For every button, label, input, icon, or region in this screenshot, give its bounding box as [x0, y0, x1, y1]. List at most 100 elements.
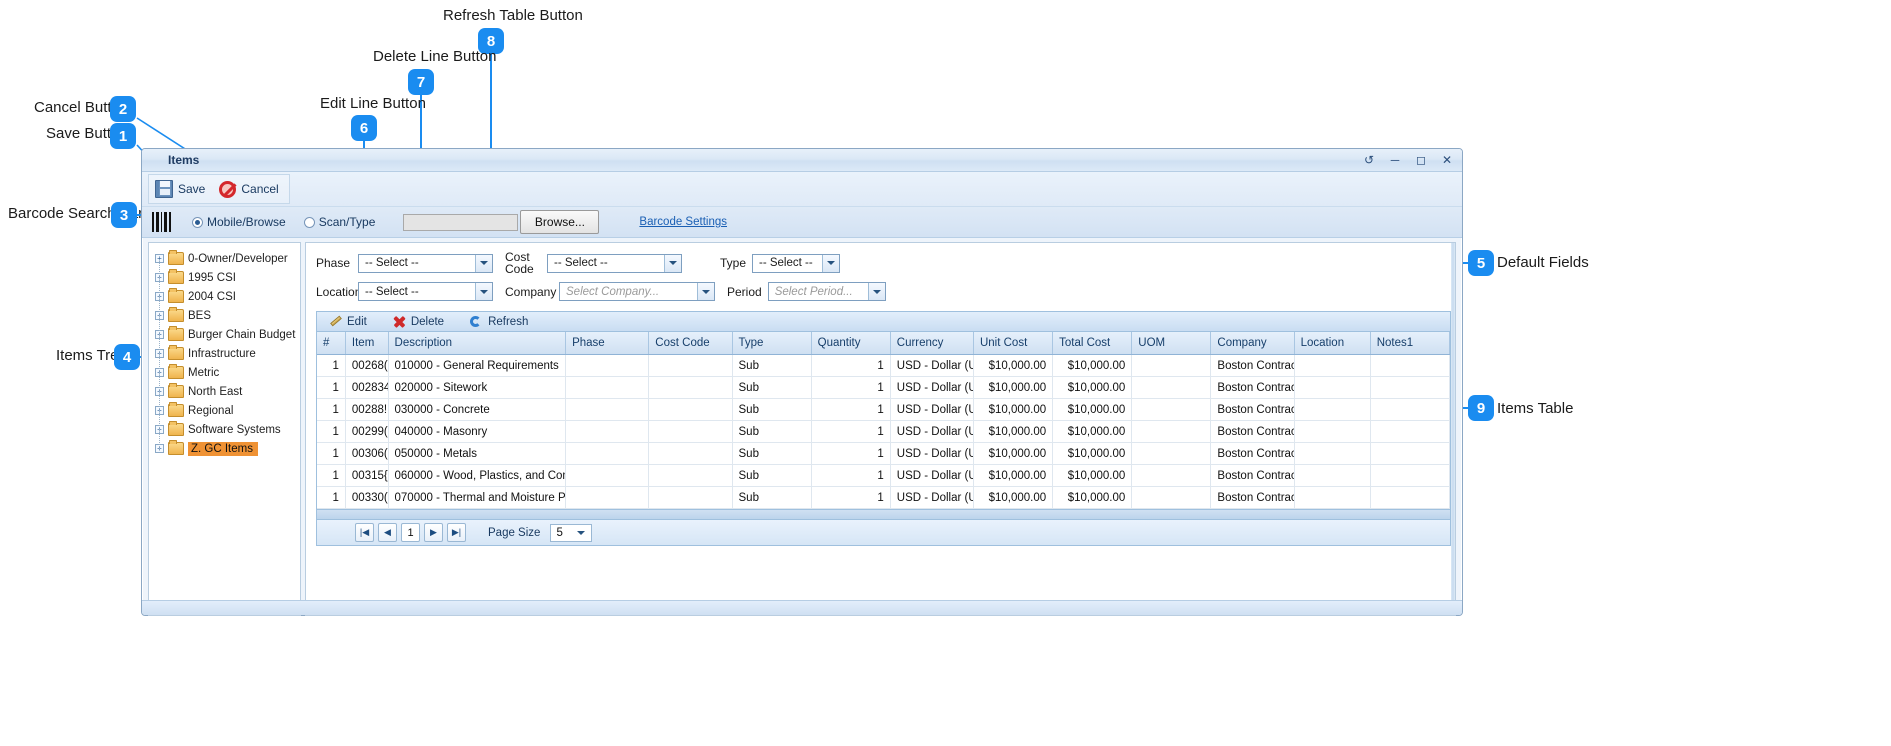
last-page-button[interactable]: ▶|: [447, 523, 466, 542]
tree-item-7[interactable]: + North East: [153, 373, 300, 401]
cell-company: Boston Contrac: [1210, 354, 1295, 377]
cell-description: 050000 - Metals: [388, 442, 567, 465]
minimize-icon[interactable]: ─: [1388, 153, 1402, 167]
refresh-table-button[interactable]: Refresh: [470, 315, 528, 328]
delete-line-button[interactable]: Delete: [393, 315, 444, 328]
first-page-button[interactable]: |◀: [355, 523, 374, 542]
cell-phase: [565, 398, 650, 421]
tree-line: [159, 373, 160, 392]
table-row[interactable]: 1 00315{ 060000 - Wood, Plastics, and Co…: [317, 464, 1451, 487]
tree-item-10[interactable]: + Z. GC Items: [153, 430, 300, 458]
chevron-down-icon[interactable]: [664, 254, 681, 272]
table-row[interactable]: 1 002834 020000 - Sitework Sub 1 USD - D…: [317, 376, 1451, 399]
cell-currency: USD - Dollar (U: [890, 354, 974, 377]
folder-icon: [168, 345, 184, 360]
cell-company: Boston Contrac: [1210, 486, 1295, 509]
col-company[interactable]: Company: [1210, 332, 1295, 355]
tree-item-8[interactable]: + Regional: [153, 392, 300, 420]
edit-line-button[interactable]: Edit: [329, 315, 367, 328]
col-notes1[interactable]: Notes1: [1370, 332, 1451, 355]
folder-icon: [168, 307, 184, 322]
cell-quantity: 1: [811, 442, 891, 465]
tree-item-5[interactable]: + Infrastructure: [153, 335, 300, 363]
radio-scan-type[interactable]: Scan/Type: [303, 215, 375, 229]
table-row[interactable]: 1 00306( 050000 - Metals Sub 1 USD - Dol…: [317, 442, 1451, 465]
cell-location: [1294, 464, 1371, 487]
next-page-button[interactable]: ▶: [424, 523, 443, 542]
cost-code-select[interactable]: -- Select --: [547, 253, 682, 273]
tree-item-6[interactable]: + Metric: [153, 354, 300, 382]
save-button[interactable]: Save: [155, 180, 205, 198]
cell-phase: [565, 442, 650, 465]
radio-mobile-browse[interactable]: Mobile/Browse: [192, 215, 286, 229]
items-table[interactable]: # Item Description Phase Cost Code Type …: [316, 332, 1451, 520]
tree-item-1[interactable]: + 1995 CSI: [153, 259, 300, 287]
type-select[interactable]: -- Select --: [752, 253, 841, 273]
cell-phase: [565, 464, 650, 487]
col-currency[interactable]: Currency: [890, 332, 974, 355]
cell-item: 00268(: [345, 354, 389, 377]
period-select[interactable]: Select Period...: [767, 282, 886, 301]
table-row[interactable]: 1 00268( 010000 - General Requirements S…: [317, 354, 1451, 377]
current-page-input[interactable]: 1: [401, 523, 420, 542]
content-pane: Phase -- Select -- Cost Code -- Select -…: [305, 242, 1456, 616]
cell-total-cost: $10,000.00: [1052, 486, 1133, 509]
barcode-settings-link[interactable]: Barcode Settings: [639, 216, 727, 228]
company-select[interactable]: Select Company...: [559, 282, 715, 301]
cell-currency: USD - Dollar (U: [890, 486, 974, 509]
phase-select[interactable]: -- Select --: [358, 253, 493, 273]
col-phase[interactable]: Phase: [565, 332, 650, 355]
cell-quantity: 1: [811, 398, 891, 421]
col-total-cost[interactable]: Total Cost: [1052, 332, 1133, 355]
items-tree[interactable]: + 0-Owner/Developer + 1995 CSI + 2004 CS…: [148, 242, 301, 616]
chevron-down-icon[interactable]: [867, 283, 885, 300]
cell-location: [1294, 354, 1371, 377]
cancel-button[interactable]: Cancel: [219, 180, 279, 198]
tree-item-2[interactable]: + 2004 CSI: [153, 278, 300, 306]
browse-button[interactable]: Browse...: [520, 210, 600, 234]
tree-item-4[interactable]: + Burger Chain Budget: [153, 316, 300, 344]
table-row[interactable]: 1 00330( 070000 - Thermal and Moisture P…: [317, 486, 1451, 509]
tree-item-3[interactable]: + BES: [153, 297, 300, 325]
col-cost-code[interactable]: Cost Code: [648, 332, 733, 355]
chevron-down-icon[interactable]: [822, 254, 840, 272]
col-location[interactable]: Location: [1294, 332, 1371, 355]
cell-phase: [565, 486, 650, 509]
col-type[interactable]: Type: [732, 332, 812, 355]
cell-quantity: 1: [811, 420, 891, 443]
cell-uom: [1131, 376, 1212, 399]
refresh-icon[interactable]: ↺: [1362, 153, 1376, 167]
chevron-down-icon[interactable]: [475, 283, 492, 300]
annotation-label-5: Default Fields: [1497, 254, 1589, 271]
col-uom[interactable]: UOM: [1131, 332, 1212, 355]
vertical-scrollbar[interactable]: [1451, 243, 1455, 615]
maximize-icon[interactable]: ◻: [1414, 153, 1428, 167]
cell-notes1: [1370, 442, 1451, 465]
folder-icon: [168, 269, 184, 284]
cell-quantity: 1: [811, 486, 891, 509]
cell-cost-code: [648, 442, 733, 465]
radio-mobile-browse-label: Mobile/Browse: [207, 215, 286, 229]
tree-item-label: BES: [188, 309, 212, 322]
cell-currency: USD - Dollar (U: [890, 442, 974, 465]
table-row[interactable]: 1 00299( 040000 - Masonry Sub 1 USD - Do…: [317, 420, 1451, 443]
cell-company: Boston Contrac: [1210, 442, 1295, 465]
col-item[interactable]: Item: [345, 332, 389, 355]
location-select[interactable]: -- Select --: [358, 282, 493, 301]
page-size-select[interactable]: 5: [550, 523, 593, 542]
col-unit-cost[interactable]: Unit Cost: [973, 332, 1054, 355]
cell-uom: [1131, 442, 1212, 465]
tree-item-0[interactable]: + 0-Owner/Developer: [153, 249, 300, 268]
chevron-down-icon[interactable]: [475, 254, 492, 272]
chevron-down-icon[interactable]: [697, 283, 714, 300]
barcode-input[interactable]: [403, 213, 519, 231]
refresh-table-label: Refresh: [488, 315, 529, 328]
tree-item-9[interactable]: + Software Systems: [153, 411, 300, 439]
chevron-down-icon: [577, 530, 586, 535]
prev-page-button[interactable]: ◀: [378, 523, 397, 542]
col-quantity[interactable]: Quantity: [811, 332, 891, 355]
table-row[interactable]: 1 00288! 030000 - Concrete Sub 1 USD - D…: [317, 398, 1451, 421]
col-description[interactable]: Description: [388, 332, 567, 355]
col-num[interactable]: #: [317, 332, 346, 355]
close-icon[interactable]: ✕: [1440, 153, 1454, 167]
